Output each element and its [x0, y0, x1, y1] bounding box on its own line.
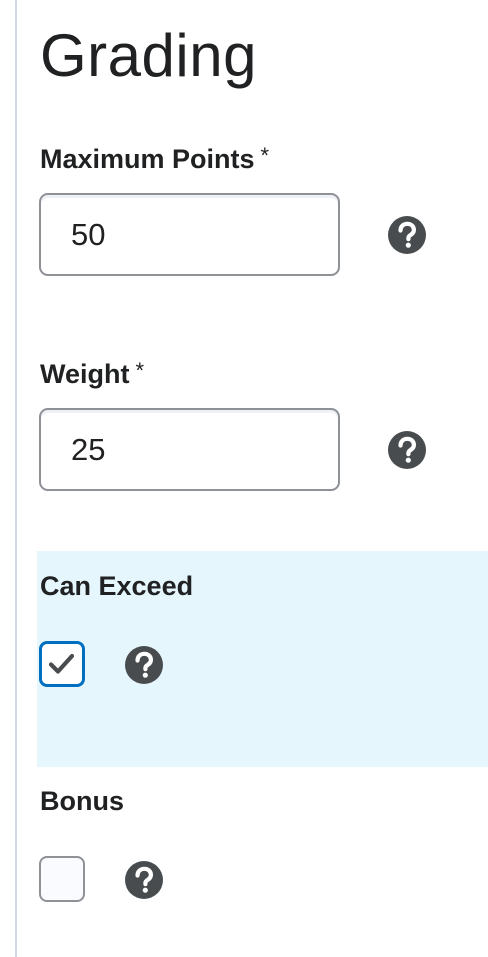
help-question-circle-icon[interactable]: [125, 861, 163, 899]
max-points-label: Maximum Points *: [40, 140, 269, 175]
weight-input[interactable]: [39, 408, 340, 491]
can-exceed-label: Can Exceed: [40, 571, 194, 601]
help-question-circle-icon[interactable]: [125, 646, 163, 684]
weight-label-text: Weight: [40, 359, 130, 389]
bonus-label: Bonus: [40, 786, 124, 816]
grading-panel: Grading Maximum Points* Weight* Can Exce…: [0, 0, 488, 957]
max-points-label-text: Maximum Points: [40, 144, 255, 174]
help-question-circle-icon[interactable]: [388, 216, 426, 254]
section-title: Grading: [40, 22, 257, 89]
panel-left-border: [15, 0, 17, 957]
can-exceed-checkbox[interactable]: [39, 641, 85, 687]
help-question-circle-icon[interactable]: [388, 431, 426, 469]
checkmark-icon: [48, 653, 75, 674]
required-asterisk: *: [135, 358, 145, 383]
required-asterisk: *: [260, 143, 270, 168]
max-points-input[interactable]: [39, 193, 340, 276]
bonus-checkbox[interactable]: [39, 856, 85, 902]
weight-label: Weight *: [40, 355, 144, 390]
